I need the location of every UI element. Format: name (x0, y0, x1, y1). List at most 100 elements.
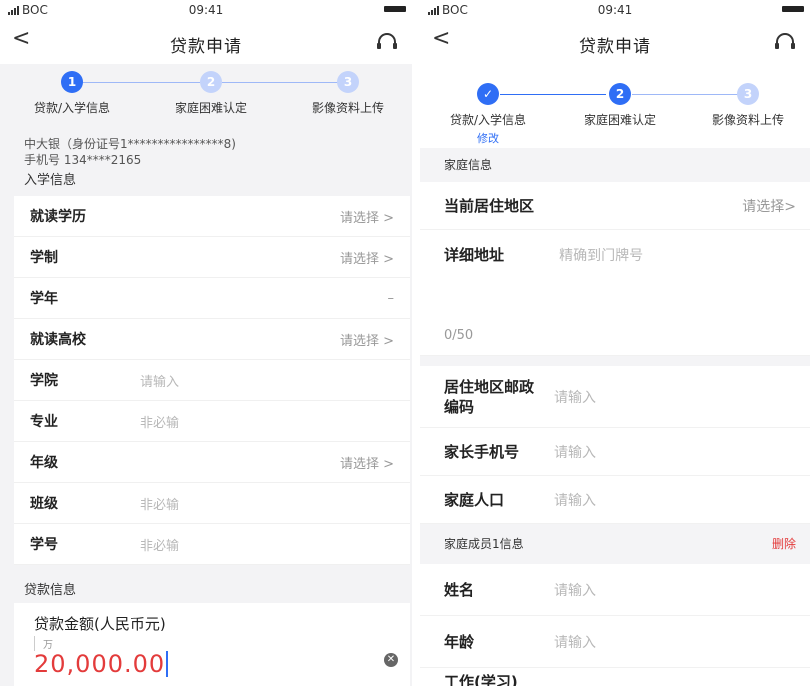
step-2-label: 家庭困难认定 (583, 113, 656, 127)
row-label: 就读学历 (30, 209, 86, 225)
row-label: 居住地区邮政 编码 (444, 377, 554, 417)
loan-section-title: 贷款信息 (0, 565, 412, 603)
member-section-label: 家庭成员1信息 (444, 537, 524, 551)
step-2-label: 家庭困难认定 (174, 101, 247, 115)
row-label: 就读高校 (30, 332, 86, 348)
applicant-phone: 手机号 134****2165 (24, 153, 142, 167)
step-3: 3 影像资料上传 (688, 83, 808, 128)
form-row-grade[interactable]: 年级 请选择 > (14, 442, 410, 483)
row-select[interactable]: 请选择 > (340, 453, 394, 472)
step-1: 1 贷款/入学信息 (12, 71, 132, 116)
step-3-number: 3 (737, 83, 759, 105)
left-screen: BOC 09:41 < 贷款申请 1 贷款/入学信息 2 家庭困难认定 3 影像… (0, 0, 412, 686)
row-label: 学院 (30, 373, 58, 389)
form-row-student-id[interactable]: 学号 非必输 (14, 524, 410, 565)
row-select[interactable]: 请选择 > (340, 330, 394, 349)
row-label: 当前居住地区 (444, 196, 535, 215)
step-2-number: 2 (609, 83, 631, 105)
status-bar: BOC 09:41 (0, 0, 412, 20)
enroll-section-title: 入学信息 (24, 173, 77, 188)
step-1-label: 贷款/入学信息 (33, 101, 111, 115)
form-row-population[interactable]: 家庭人口 请输入 (420, 476, 810, 524)
page-title: 贷款申请 (579, 37, 651, 57)
form-row-university[interactable]: 就读高校 请选择 > (14, 319, 410, 360)
progress-steps: ✓ 贷款/入学信息 修改 2 家庭困难认定 3 影像资料上传 (420, 64, 810, 148)
step-3: 3 影像资料上传 (288, 71, 408, 116)
step-3-label: 影像资料上传 (311, 101, 384, 115)
applicant-name-id: 中大银（身份证号1****************8) (24, 137, 236, 151)
status-time: 09:41 (597, 3, 633, 17)
row-label-line1: 居住地区邮政 (444, 377, 535, 396)
clear-icon[interactable]: ✕ (384, 653, 398, 667)
row-label: 年级 (30, 455, 58, 471)
loan-amount-card: 贷款金额(人民币元) 万 20,000.00 ✕ (14, 603, 410, 686)
step-1-label: 贷款/入学信息 (449, 113, 527, 127)
status-time: 09:41 (188, 3, 224, 17)
family-section-title: 家庭信息 (420, 148, 810, 182)
form-row-region[interactable]: 当前居住地区 请选择> (420, 182, 810, 230)
member-section-title: 家庭成员1信息 删除 (420, 524, 810, 564)
family-section-label: 家庭信息 (444, 158, 493, 172)
step-1: ✓ 贷款/入学信息 修改 (428, 83, 548, 146)
step-2-number: 2 (200, 71, 222, 93)
form-row-class[interactable]: 班级 非必输 (14, 483, 410, 524)
enroll-form: 就读学历 请选择 > 学制 请选择 > 学年 – 就读高校 请选择 > 学院 请… (14, 196, 410, 565)
form-row-major[interactable]: 专业 非必输 (14, 401, 410, 442)
row-label: 班级 (30, 496, 58, 512)
row-select[interactable]: 请选择 > (340, 248, 394, 267)
form-row-duration[interactable]: 学制 请选择 > (14, 237, 410, 278)
row-label: 姓名 (444, 580, 475, 599)
postcode-input[interactable]: 请输入 (554, 387, 596, 407)
step-3-number: 3 (337, 71, 359, 93)
delete-member-button[interactable]: 删除 (772, 524, 796, 564)
member-age-input[interactable]: 请输入 (554, 632, 596, 652)
progress-steps: 1 贷款/入学信息 2 家庭困难认定 3 影像资料上传 (0, 64, 412, 130)
form-row-member-work[interactable]: 工作(学习) (420, 668, 810, 686)
loan-unit-hint: 万 (34, 636, 64, 651)
form-row-education[interactable]: 就读学历 请选择 > (14, 196, 410, 237)
step-2: 2 家庭困难认定 (560, 83, 680, 128)
row-label: 详细地址 (444, 246, 505, 264)
loan-amount-label: 贷款金额(人民币元) (34, 615, 166, 633)
step-3-label: 影像资料上传 (711, 113, 784, 127)
row-label: 工作(学习) (444, 673, 518, 686)
college-input[interactable]: 请输入 (140, 371, 179, 390)
form-row-parent-phone[interactable]: 家长手机号 请输入 (420, 428, 810, 476)
headset-icon[interactable] (376, 32, 398, 52)
address-textarea[interactable]: 精确到门牌号 (559, 248, 643, 264)
student-id-input[interactable]: 非必输 (140, 535, 179, 554)
headset-icon[interactable] (774, 32, 796, 52)
char-counter: 0/50 (444, 328, 474, 343)
check-icon: ✓ (477, 83, 499, 105)
row-label: 学制 (30, 250, 58, 266)
row-label: 年龄 (444, 632, 475, 651)
member-name-input[interactable]: 请输入 (554, 580, 596, 600)
applicant-info: 中大银（身份证号1****************8) 手机号 134****2… (0, 130, 412, 170)
major-input[interactable]: 非必输 (140, 412, 179, 431)
form-row-member-age[interactable]: 年龄 请输入 (420, 616, 810, 668)
row-readonly: – (387, 290, 395, 306)
form-row-year: 学年 – (14, 278, 410, 319)
form-row-postcode[interactable]: 居住地区邮政 编码 请输入 (420, 366, 810, 428)
page-title: 贷款申请 (170, 37, 242, 57)
row-label-line2: 编码 (444, 397, 475, 416)
row-label: 家长手机号 (444, 442, 520, 461)
step-1-number: 1 (61, 71, 83, 93)
row-label: 学年 (30, 291, 58, 307)
class-input[interactable]: 非必输 (140, 494, 179, 513)
form-row-address[interactable]: 详细地址 精确到门牌号 0/50 (420, 230, 810, 356)
row-label: 学号 (30, 537, 58, 553)
form-row-member-name[interactable]: 姓名 请输入 (420, 564, 810, 616)
row-label: 专业 (30, 414, 58, 430)
parent-phone-input[interactable]: 请输入 (554, 442, 596, 462)
step-2: 2 家庭困难认定 (151, 71, 271, 116)
row-select[interactable]: 请选择 > (340, 207, 394, 226)
loan-amount-input[interactable]: 20,000.00 (34, 651, 169, 677)
battery-icon (782, 6, 804, 12)
right-screen: BOC 09:41 < 贷款申请 ✓ 贷款/入学信息 修改 2 家庭困难认定 3… (420, 0, 810, 686)
region-select[interactable]: 请选择> (742, 196, 796, 216)
edit-step-1-link[interactable]: 修改 (428, 130, 548, 146)
form-row-college[interactable]: 学院 请输入 (14, 360, 410, 401)
population-input[interactable]: 请输入 (554, 490, 596, 510)
nav-bar: < 贷款申请 (0, 20, 412, 64)
